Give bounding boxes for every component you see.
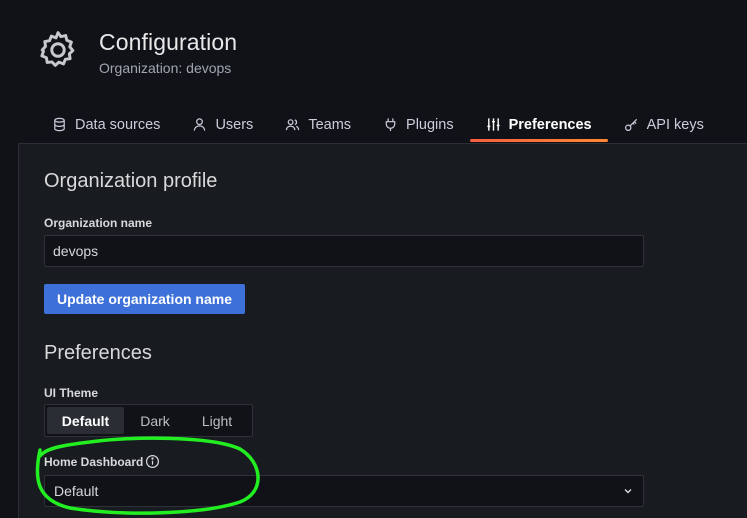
home-dashboard-select[interactable]: Default	[44, 475, 644, 507]
theme-option-dark[interactable]: Dark	[124, 407, 186, 434]
theme-option-light[interactable]: Light	[186, 407, 248, 434]
tab-label: Plugins	[406, 116, 454, 133]
users-icon	[286, 119, 300, 131]
sliders-icon	[487, 118, 500, 131]
update-org-name-button[interactable]: Update organization name	[44, 284, 245, 314]
tab-bar: Data sources Users Teams Plugins Prefere…	[36, 106, 720, 143]
key-icon	[624, 118, 637, 132]
home-dashboard-label: Home Dashboard	[44, 455, 144, 469]
tab-label: Data sources	[75, 116, 161, 133]
tab-label: Preferences	[508, 116, 592, 133]
page-header: Configuration Organization: devops Data …	[0, 0, 747, 143]
tab-label: Users	[215, 116, 254, 133]
tab-preferences[interactable]: Preferences	[469, 106, 608, 143]
tab-plugins[interactable]: Plugins	[367, 106, 470, 143]
tab-api-keys[interactable]: API keys	[608, 106, 720, 143]
ui-theme-radio-group: Default Dark Light	[44, 404, 253, 437]
tab-label: API keys	[646, 116, 704, 133]
page-subtitle: Organization: devops	[99, 60, 232, 76]
theme-option-default[interactable]: Default	[47, 407, 124, 434]
tab-teams[interactable]: Teams	[269, 106, 367, 143]
tab-data-sources[interactable]: Data sources	[36, 106, 176, 143]
page: Configuration Organization: devops Data …	[0, 0, 747, 518]
user-icon	[194, 118, 206, 131]
page-title: Configuration	[99, 29, 238, 55]
tab-label: Teams	[308, 116, 352, 133]
preferences-heading: Preferences	[44, 342, 152, 364]
tab-users[interactable]: Users	[176, 106, 269, 143]
plug-icon	[385, 118, 396, 132]
org-name-input[interactable]: devops	[44, 235, 644, 267]
info-icon[interactable]	[145, 454, 160, 469]
ui-theme-label: UI Theme	[44, 386, 99, 400]
org-name-value: devops	[53, 243, 99, 259]
org-profile-heading: Organization profile	[44, 170, 218, 192]
home-dashboard-value: Default	[54, 483, 99, 499]
gear-icon	[40, 31, 75, 67]
org-name-label: Organization name	[44, 216, 153, 230]
database-icon	[54, 117, 65, 132]
chevron-down-icon	[624, 489, 632, 494]
